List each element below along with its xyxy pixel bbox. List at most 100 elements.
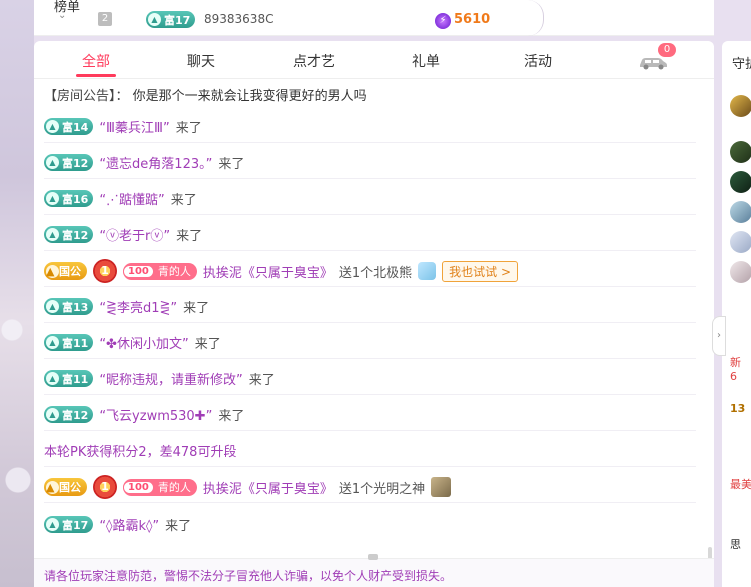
username[interactable]: “遗忘de角落123。” [99,153,212,172]
join-suffix: 来了 [218,409,245,424]
fan-level-badge: 100 青的人 [123,262,197,280]
username[interactable]: “⋛李亮d1⋛” [99,297,177,316]
drop-icon: ▲ [46,372,59,385]
drop-icon: ▲ [148,13,161,26]
ranking-user-id[interactable]: 89383638C [204,12,273,26]
rank-number: 2 [98,12,112,26]
guard-title[interactable]: 守护 [732,53,751,72]
background-decor [0,0,34,587]
wealth-badge: ▲ 富11 [44,370,94,387]
partial-label: 6 [730,370,737,383]
list-item: ▲ 富12 “ⓥ老于rⓥ” 来了 [44,215,696,251]
drop-icon: ▲ [46,300,59,313]
tab-all[interactable]: 全部 [56,51,136,71]
join-suffix: 来了 [165,519,192,534]
partial-label: 新 [730,356,741,369]
avatar[interactable] [730,231,751,253]
chevron-down-icon[interactable]: ⌄ [58,10,66,21]
tab-underline [76,74,116,77]
message-list: ▲ 富14 “Ⅲ蓁兵江Ⅲ” 来了 ▲ 富12 “遗忘de角落123。” 来了 ▲ 富16 … [34,117,706,557]
drop-icon: ▲ [46,408,59,421]
chat-panel: 全部 聊天 点才艺 礼单 活动 0 【房间公告】： 你是那个一来就会让我变得更好… [34,41,714,587]
divider [524,0,544,36]
partial-label: 最美 [730,478,751,491]
ranking-strip: 榜单 ⌄ 2 ▲ 富17 89383638C ⚡ 5610 [34,0,714,36]
resize-handle[interactable] [368,554,378,560]
username[interactable]: “飞云yzwm530✚” [99,405,212,424]
join-suffix: 来了 [183,301,210,316]
gift-sender[interactable]: 执挨泥《只属于臭宝》 [203,478,333,497]
list-item: ▲ 富17 “◊路霸k◊” 来了 [44,505,696,541]
avatar[interactable] [730,201,751,223]
car-count-badge: 0 [658,43,676,57]
wealth-badge: ▲ 富14 [44,118,94,135]
tab-talent[interactable]: 点才艺 [274,51,354,71]
wealth-badge: ▲ 富17 [44,516,94,533]
pk-text: 本轮PK获得积分2，差478可升段 [44,445,237,460]
drop-icon: ▲ [46,228,59,241]
list-item: ▲ 富14 “Ⅲ蓁兵江Ⅲ” 来了 [44,117,696,143]
join-suffix: 来了 [175,121,202,136]
username[interactable]: “⋰踮懂踮” [99,189,164,208]
drop-icon: ▲ [46,156,59,169]
tab-gift-list[interactable]: 礼单 [386,51,466,71]
medal-icon: 1 [93,475,117,499]
gift-message: ▲ 国公 1 100 青的人 执挨泥《只属于臭宝》 送1个光明之神 [44,467,696,503]
polar-bear-gift-icon [418,262,437,280]
list-item: ▲ 富16 “⋰踮懂踮” 来了 [44,179,696,215]
list-item: ▲ 富12 “遗忘de角落123。” 来了 [44,143,696,179]
join-suffix: 来了 [176,229,203,244]
safety-warning: 请各位玩家注意防范，警惕不法分子冒充他人诈骗，以免个人财产受到损失。 [44,569,453,583]
join-suffix: 来了 [194,337,221,352]
guard-panel: 守护 [722,41,751,587]
username[interactable]: “ⓥ老于rⓥ” [99,225,170,244]
notice-label: 【房间公告】： [44,89,129,104]
partial-label: 13 [730,402,746,415]
list-item: ▲ 富11 “昵称违规，请重新修改” 来了 [44,359,696,395]
wealth-badge: ▲ 富11 [44,334,94,351]
join-suffix: 来了 [170,193,197,208]
drop-icon: ▲ [46,336,59,349]
list-item: ▲ 富11 “✤休闲小加文” 来了 [44,323,696,359]
avatar[interactable] [730,95,751,117]
gift-message: ▲ 国公 1 100 青的人 执挨泥《只属于臭宝》 送1个北极熊 我也试试 > [44,251,696,287]
room-notice: 【房间公告】： 你是那个一来就会让我变得更好的男人吗 [44,85,367,104]
wealth-badge: ▲ 富12 [44,226,94,243]
gift-sender[interactable]: 执挨泥《只属于臭宝》 [203,262,333,281]
safety-footer: 请各位玩家注意防范，警惕不法分子冒充他人诈骗，以免个人财产受到损失。 [34,554,714,587]
god-of-light-gift-icon [431,477,452,497]
noble-badge: ▲ 国公 [44,478,87,496]
ranking-score: 5610 [454,12,491,27]
drop-icon: ▲ [46,120,59,133]
username[interactable]: “昵称违规，请重新修改” [99,369,242,388]
noble-badge: ▲ 国公 [44,262,87,280]
wealth-badge: ▲ 富13 [44,298,94,315]
username[interactable]: “✤休闲小加文” [99,333,188,352]
drop-icon: ▲ [46,518,59,531]
gift-action: 送1个光明之神 [338,481,426,497]
wealth-badge: ▲ 富12 [44,154,94,171]
drop-icon: ▲ [46,264,59,278]
partial-label: 思 [730,538,741,551]
drop-icon: ▲ [46,480,59,494]
wealth-badge: ▲ 富16 [44,190,94,207]
collapse-sidebar-button[interactable]: › [712,316,726,356]
list-item: ▲ 富12 “飞云yzwm530✚” 来了 [44,395,696,431]
avatar[interactable] [730,141,751,163]
avatar[interactable] [730,261,751,283]
username[interactable]: “◊路霸k◊” [99,515,159,534]
fan-level-badge: 100 青的人 [123,478,197,496]
tab-activity[interactable]: 活动 [498,51,578,71]
notice-text: 你是那个一来就会让我变得更好的男人吗 [132,89,367,104]
username[interactable]: “Ⅲ蓁兵江Ⅲ” [99,117,169,136]
avatar[interactable] [730,171,751,193]
medal-icon: 1 [93,259,117,283]
drop-icon: ▲ [46,192,59,205]
wealth-badge: ▲ 富12 [44,406,94,423]
wealth-badge: ▲ 富17 [146,11,196,28]
gift-action: 送1个北极熊 [338,265,413,281]
try-gift-button[interactable]: 我也试试 > [442,260,519,282]
tab-chat[interactable]: 聊天 [161,51,241,71]
join-suffix: 来了 [218,157,245,172]
join-suffix: 来了 [248,373,275,388]
